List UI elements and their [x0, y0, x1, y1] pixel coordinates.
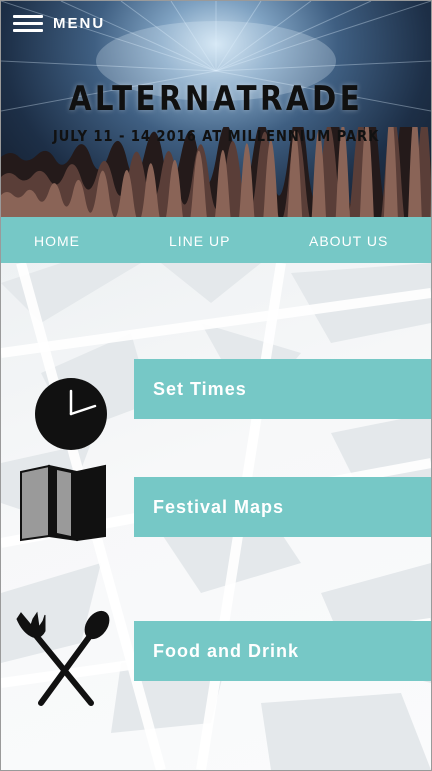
menu-button[interactable]: MENU	[13, 13, 105, 33]
festival-date-location: JULY 11 - 14 2016 AT MILLENNIUM PARK	[52, 127, 380, 145]
nav-about-us[interactable]: ABOUT US	[309, 233, 388, 249]
set-times-label: Set Times	[153, 379, 247, 399]
map-icon	[20, 464, 106, 542]
nav-home[interactable]: HOME	[34, 233, 80, 249]
hamburger-icon	[13, 13, 43, 33]
hero-banner: MENU ALTERNATRADE JULY 11 - 14 2016 AT M…	[1, 1, 431, 217]
top-nav: HOME LINE UP ABOUT US	[1, 217, 431, 263]
nav-line-up[interactable]: LINE UP	[169, 233, 230, 249]
fork-spoon-icon	[16, 610, 110, 706]
festival-maps-label: Festival Maps	[153, 497, 285, 517]
festival-maps-button[interactable]: Festival Maps	[134, 477, 431, 537]
set-times-button[interactable]: Set Times	[134, 359, 431, 419]
clock-icon	[35, 378, 107, 450]
food-and-drink-label: Food and Drink	[153, 641, 299, 661]
food-and-drink-button[interactable]: Food and Drink	[134, 621, 431, 681]
app-screen: MENU ALTERNATRADE JULY 11 - 14 2016 AT M…	[0, 0, 432, 771]
main-menu-area: Set Times Festival Maps Food and Drink	[1, 263, 431, 770]
menu-label: MENU	[53, 14, 106, 32]
festival-title: ALTERNATRADE	[68, 79, 364, 119]
